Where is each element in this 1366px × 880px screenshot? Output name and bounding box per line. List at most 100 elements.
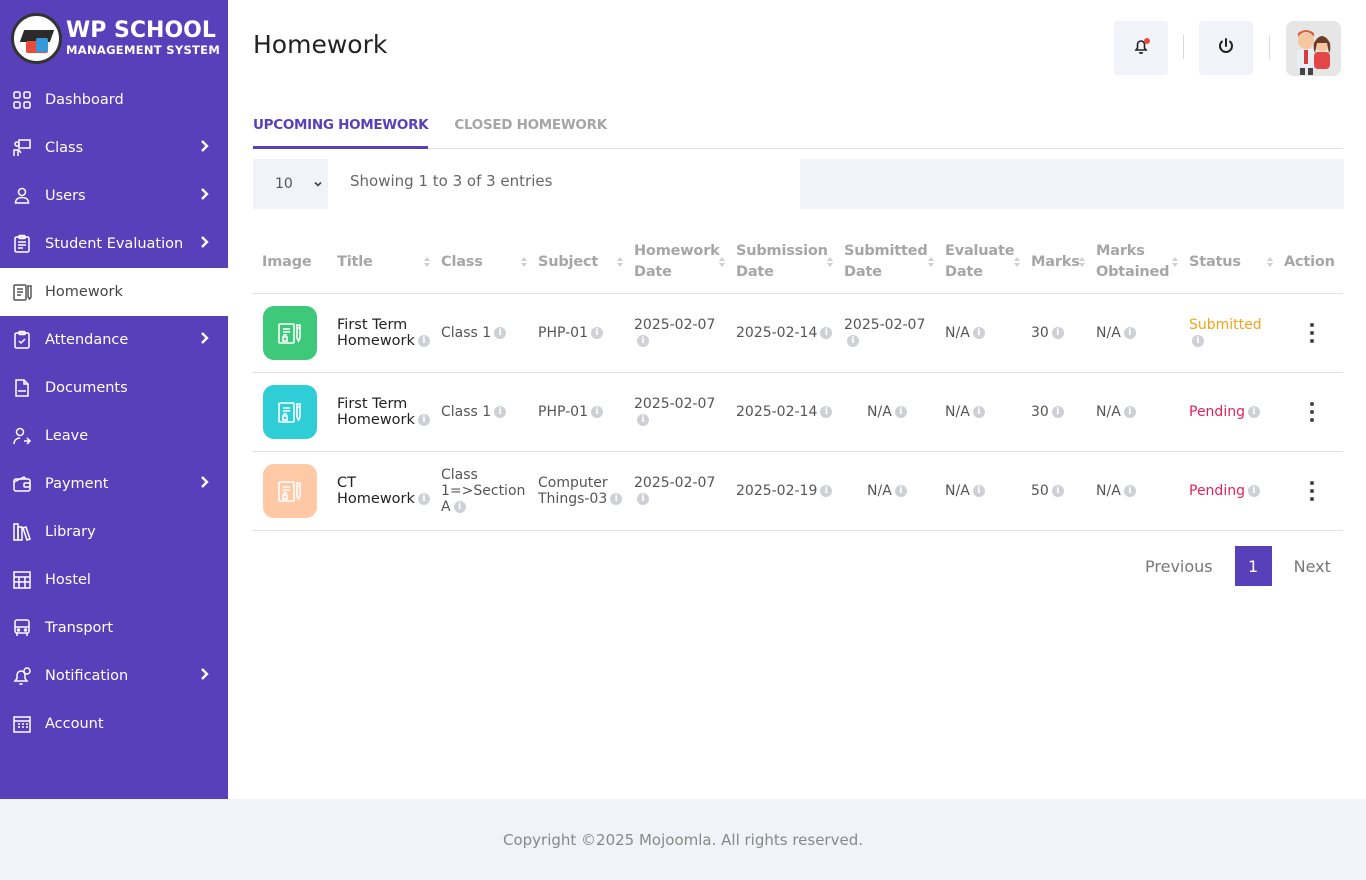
info-icon[interactable]: i bbox=[417, 334, 430, 347]
more-options-icon[interactable] bbox=[1309, 480, 1315, 501]
info-icon[interactable]: i bbox=[494, 326, 507, 339]
chevron-right-icon[interactable] bbox=[200, 667, 210, 685]
info-icon[interactable]: i bbox=[972, 326, 985, 339]
search-input[interactable] bbox=[800, 159, 1344, 209]
notification-button[interactable] bbox=[1114, 21, 1168, 75]
sidebar-item-library[interactable]: Library bbox=[0, 508, 228, 556]
chevron-right-icon[interactable] bbox=[200, 475, 210, 493]
info-icon[interactable]: i bbox=[1051, 326, 1064, 339]
column-header-subject[interactable]: Subject bbox=[529, 232, 625, 294]
logout-button[interactable] bbox=[1199, 21, 1253, 75]
column-header-label: Submitted Date bbox=[844, 243, 928, 281]
info-icon[interactable]: i bbox=[590, 326, 603, 339]
column-header-status[interactable]: Status bbox=[1180, 232, 1275, 294]
sidebar-item-label: Student Evaluation bbox=[45, 236, 184, 252]
table-row: First Term Homework i Class 1 i PHP-01 i 2025-… bbox=[253, 372, 1343, 452]
info-icon[interactable]: i bbox=[972, 484, 985, 497]
table-cell: 50 i bbox=[1022, 451, 1087, 531]
previous-page-button[interactable]: Previous bbox=[1123, 557, 1235, 576]
more-options-icon[interactable] bbox=[1309, 322, 1315, 343]
sort-icon bbox=[617, 257, 623, 268]
column-header-marks[interactable]: Marks bbox=[1022, 232, 1087, 294]
sidebar-item-account[interactable]: Account bbox=[0, 700, 228, 748]
sort-icon bbox=[521, 257, 527, 268]
cell-homework-date: 2025-02-07 bbox=[634, 316, 716, 333]
table-cell: N/A i bbox=[936, 451, 1022, 531]
cell-submitted-date: 2025-02-07 bbox=[844, 316, 926, 333]
action-cell bbox=[1275, 293, 1343, 373]
column-header-marks-obtained[interactable]: Marks Obtained bbox=[1087, 232, 1180, 294]
sidebar-item-class[interactable]: Class bbox=[0, 124, 228, 172]
info-icon[interactable]: i bbox=[847, 334, 859, 347]
info-icon[interactable]: i bbox=[610, 492, 623, 505]
info-icon[interactable]: i bbox=[1051, 484, 1064, 497]
sidebar-item-homework[interactable]: Homework bbox=[0, 268, 228, 316]
info-icon[interactable]: i bbox=[894, 405, 907, 418]
chevron-right-icon[interactable] bbox=[200, 187, 210, 205]
column-header-image: Image bbox=[253, 232, 328, 294]
column-header-title[interactable]: Title bbox=[328, 232, 432, 294]
sidebar-item-transport[interactable]: Transport bbox=[0, 604, 228, 652]
table-cell: Class 1i bbox=[432, 293, 529, 373]
brand[interactable]: WP SCHOOL MANAGEMENT SYSTEM bbox=[0, 0, 228, 76]
info-icon[interactable]: i bbox=[820, 326, 833, 339]
column-header-submission-date[interactable]: Submission Date bbox=[727, 232, 835, 294]
info-icon[interactable]: i bbox=[637, 413, 649, 426]
documents-icon bbox=[11, 377, 33, 399]
sidebar-item-documents[interactable]: Documents bbox=[0, 364, 228, 412]
info-icon[interactable]: i bbox=[590, 405, 603, 418]
current-page-button[interactable]: 1 bbox=[1234, 546, 1272, 586]
sidebar-item-notification[interactable]: Notification bbox=[0, 652, 228, 700]
sidebar-item-attendance[interactable]: Attendance bbox=[0, 316, 228, 364]
info-icon[interactable]: i bbox=[417, 413, 430, 426]
next-page-button[interactable]: Next bbox=[1272, 557, 1353, 576]
tab-upcoming-homework[interactable]: UPCOMING HOMEWORK bbox=[253, 114, 429, 149]
info-icon[interactable]: i bbox=[820, 405, 833, 418]
chevron-right-icon[interactable] bbox=[200, 235, 210, 253]
info-icon[interactable]: i bbox=[1247, 405, 1260, 418]
column-header-label: Marks bbox=[1031, 253, 1080, 270]
sort-icon bbox=[827, 257, 833, 268]
info-icon[interactable]: i bbox=[1247, 484, 1260, 497]
more-options-icon[interactable] bbox=[1309, 401, 1315, 422]
table-body: First Term Homework i Class 1 i PHP-01 i 2025-… bbox=[253, 293, 1343, 531]
info-icon[interactable]: i bbox=[820, 484, 833, 497]
info-icon[interactable]: i bbox=[1123, 405, 1136, 418]
page-length-select[interactable]: 10 bbox=[253, 159, 328, 209]
sidebar-item-hostel[interactable]: Hostel bbox=[0, 556, 228, 604]
info-icon[interactable]: i bbox=[494, 405, 507, 418]
avatar[interactable] bbox=[1286, 21, 1341, 76]
brand-subtitle: MANAGEMENT SYSTEM bbox=[66, 42, 221, 57]
table-cell: Submittedi bbox=[1180, 293, 1275, 373]
info-icon[interactable]: i bbox=[972, 405, 985, 418]
column-header-homework-date[interactable]: Homework Date bbox=[625, 232, 727, 294]
sort-icon bbox=[1267, 257, 1273, 268]
info-icon[interactable]: i bbox=[417, 492, 430, 505]
sidebar-item-student-evaluation[interactable]: Student Evaluation bbox=[0, 220, 228, 268]
notification-dot bbox=[1144, 38, 1150, 44]
table-cell: Class 1=>Section Ai bbox=[432, 451, 529, 531]
cell-submitted-date: N/A bbox=[867, 403, 892, 420]
sidebar-item-dashboard[interactable]: Dashboard bbox=[0, 76, 228, 124]
chevron-right-icon[interactable] bbox=[200, 331, 210, 349]
info-icon[interactable]: i bbox=[637, 334, 649, 347]
column-header-submitted-date[interactable]: Submitted Date bbox=[835, 232, 936, 294]
info-icon[interactable]: i bbox=[1192, 334, 1204, 347]
info-icon[interactable]: i bbox=[1051, 405, 1064, 418]
sidebar-item-payment[interactable]: Payment bbox=[0, 460, 228, 508]
sidebar-item-leave[interactable]: Leave bbox=[0, 412, 228, 460]
info-icon[interactable]: i bbox=[1123, 326, 1136, 339]
info-icon[interactable]: i bbox=[894, 484, 907, 497]
divider bbox=[1183, 35, 1184, 59]
info-icon[interactable]: i bbox=[1123, 484, 1136, 497]
info-icon[interactable]: i bbox=[453, 500, 466, 513]
tab-closed-homework[interactable]: CLOSED HOMEWORK bbox=[454, 114, 607, 149]
chevron-right-icon[interactable] bbox=[200, 139, 210, 157]
info-icon[interactable]: i bbox=[637, 492, 649, 505]
column-header-label: Class bbox=[441, 253, 483, 270]
sidebar-item-users[interactable]: Users bbox=[0, 172, 228, 220]
column-header-evaluate-date[interactable]: Evaluate Date bbox=[936, 232, 1022, 294]
column-header-class[interactable]: Class bbox=[432, 232, 529, 294]
table-cell: CT Homework i bbox=[328, 451, 432, 531]
sort-icon bbox=[719, 257, 725, 268]
